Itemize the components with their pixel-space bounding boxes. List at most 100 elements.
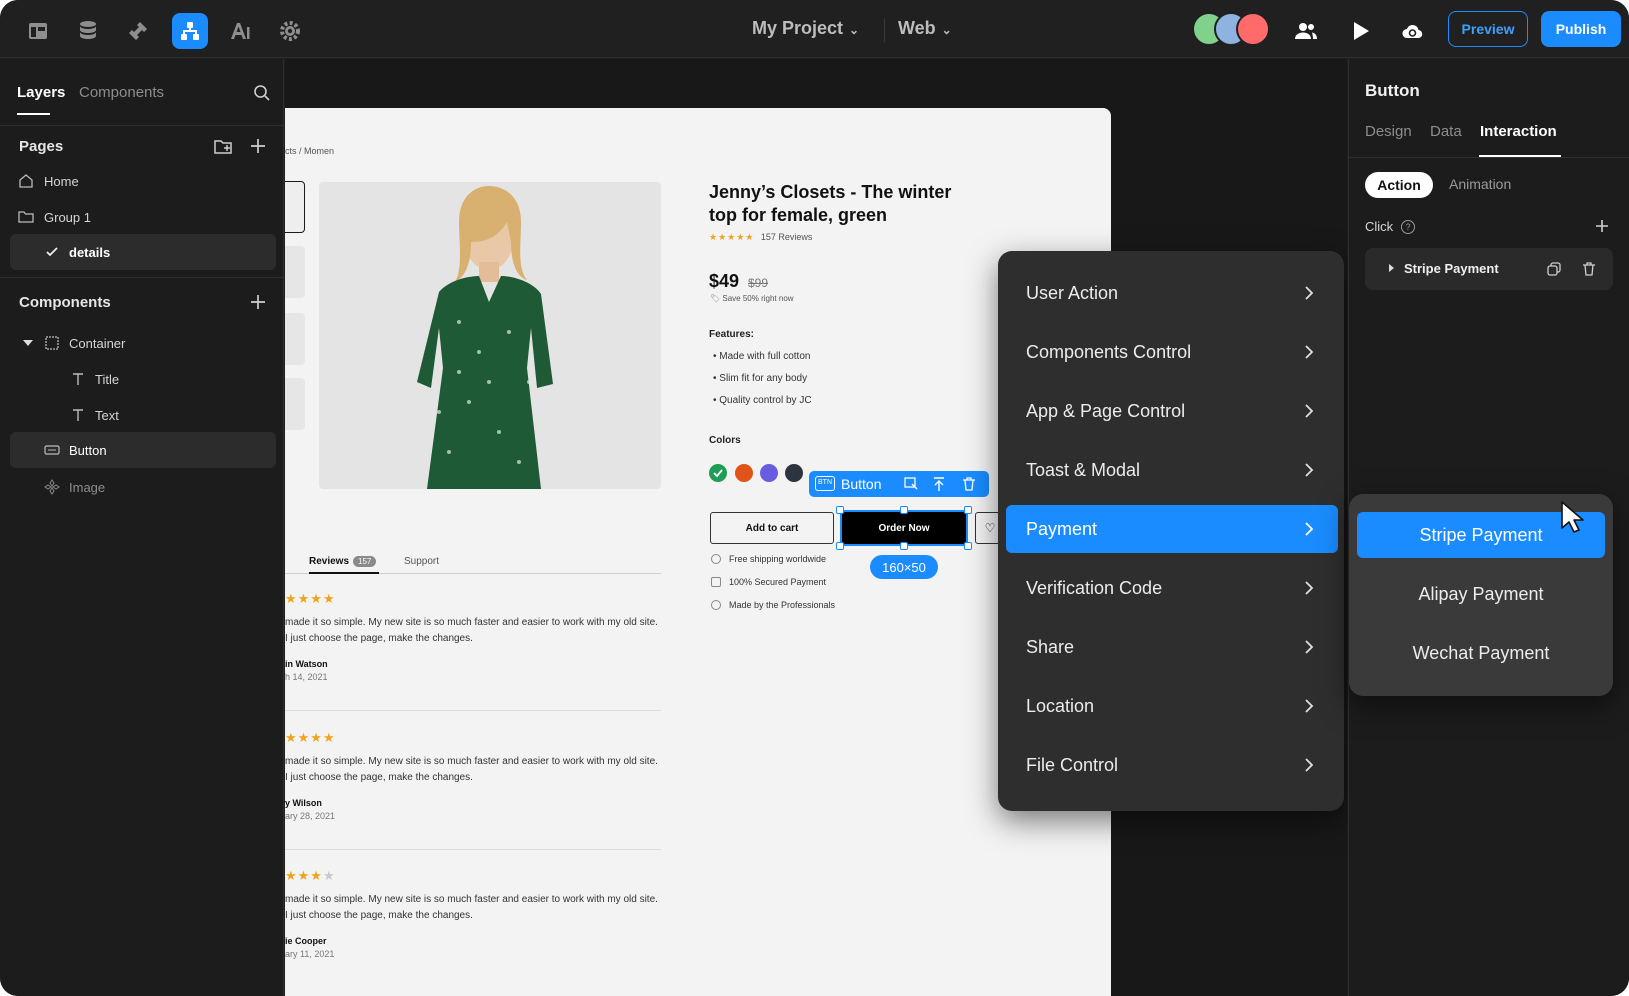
publish-button[interactable]: Publish <box>1541 11 1621 47</box>
pages-icon[interactable] <box>20 13 56 49</box>
tab-reviews[interactable]: Reviews 157 <box>309 556 377 567</box>
project-selector[interactable]: My Project ⌄ <box>752 18 859 39</box>
add-to-cart-button[interactable]: Add to cart <box>710 512 834 544</box>
action-card[interactable]: Stripe Payment <box>1365 248 1613 290</box>
divider <box>285 710 661 711</box>
review-date: ary 11, 2021 <box>285 949 335 959</box>
menu-item-verification-code[interactable]: Verification Code <box>1006 564 1338 612</box>
caret-right-icon[interactable] <box>1389 264 1394 272</box>
selection-toolbar: BTN Button <box>809 471 989 497</box>
active-tab-indicator <box>17 113 50 115</box>
action-toggle[interactable]: Action <box>1365 172 1433 198</box>
thumbnail[interactable] <box>285 181 305 233</box>
layer-item-title[interactable]: Title <box>10 361 276 397</box>
layer-item-container[interactable]: Container <box>10 325 276 361</box>
feature-text: Slim fit for any body <box>719 373 808 384</box>
color-swatch-green[interactable] <box>709 464 727 482</box>
color-swatch-orange[interactable] <box>735 464 753 482</box>
tab-layers[interactable]: Layers <box>17 84 65 101</box>
collaborator-avatars[interactable] <box>1192 12 1272 46</box>
preview-button[interactable]: Preview <box>1448 11 1528 47</box>
tab-components[interactable]: Components <box>79 84 164 101</box>
save-text: Save 50% right now <box>722 294 794 303</box>
check-icon <box>46 247 58 257</box>
play-icon[interactable] <box>1342 13 1378 49</box>
menu-label: Components Control <box>1026 342 1192 362</box>
menu-item-app-page-control[interactable]: App & Page Control <box>1006 387 1338 435</box>
copy-icon[interactable] <box>1546 261 1562 277</box>
logic-icon[interactable] <box>172 13 208 49</box>
layer-item-button[interactable]: Button <box>10 432 276 468</box>
menu-item-components-control[interactable]: Components Control <box>1006 328 1338 376</box>
info-text: Made by the Professionals <box>729 600 836 610</box>
active-tab-indicator <box>309 572 379 574</box>
event-label: Click <box>1365 219 1394 234</box>
menu-item-payment[interactable]: Payment <box>1006 505 1338 553</box>
submenu-item-alipay[interactable]: Alipay Payment <box>1357 571 1605 617</box>
cloud-sync-icon[interactable] <box>1394 13 1430 49</box>
trash-icon[interactable] <box>1581 261 1597 277</box>
color-swatch-purple[interactable] <box>760 464 778 482</box>
page-item-group-1[interactable]: Group 1 <box>10 199 276 235</box>
add-action-icon[interactable] <box>1594 218 1610 234</box>
plugin-icon[interactable] <box>120 13 156 49</box>
selection-frame <box>840 510 968 546</box>
color-swatch-navy[interactable] <box>785 464 803 482</box>
resize-handle[interactable] <box>836 506 844 514</box>
menu-item-share[interactable]: Share <box>1006 623 1338 671</box>
select-parent-icon[interactable] <box>903 476 919 492</box>
components-heading: Components <box>19 294 111 311</box>
page-label: Home <box>44 174 79 189</box>
size-indicator: 160×50 <box>870 555 938 579</box>
menu-item-file-control[interactable]: File Control <box>1006 741 1338 789</box>
review-text: made it so simple. My new site is so muc… <box>285 756 658 783</box>
tab-data[interactable]: Data <box>1430 123 1462 140</box>
layer-item-image[interactable]: Image <box>10 469 276 505</box>
gear-icon[interactable] <box>272 13 308 49</box>
resize-handle[interactable] <box>836 542 844 550</box>
review-item: ★★★★ made it so simple. My new site is s… <box>285 868 661 959</box>
tag-icon: 🏷 <box>710 294 723 303</box>
trash-icon[interactable] <box>961 476 977 492</box>
resize-handle[interactable] <box>900 506 908 514</box>
menu-item-location[interactable]: Location <box>1006 682 1338 730</box>
thumbnail[interactable] <box>285 313 305 365</box>
button-icon <box>44 445 60 455</box>
help-icon[interactable]: ? <box>1401 220 1415 234</box>
thumbnail[interactable] <box>285 378 305 430</box>
add-page-icon[interactable] <box>248 136 268 156</box>
database-icon[interactable] <box>70 13 106 49</box>
add-folder-icon[interactable] <box>213 136 233 156</box>
resize-handle[interactable] <box>964 506 972 514</box>
animation-toggle[interactable]: Animation <box>1449 176 1511 192</box>
chevron-right-icon <box>1305 286 1314 300</box>
reviewer-name: in Watson <box>285 659 328 669</box>
platform-selector[interactable]: Web ⌄ <box>898 18 952 39</box>
tab-interaction[interactable]: Interaction <box>1480 123 1557 140</box>
feature-text: Quality control by JC <box>719 395 812 406</box>
count-badge: 157 <box>353 556 377 567</box>
review-text: made it so simple. My new site is so muc… <box>285 894 658 921</box>
page-item-details[interactable]: details <box>10 234 276 270</box>
menu-item-user-action[interactable]: User Action <box>1006 269 1338 317</box>
tab-support[interactable]: Support <box>404 556 439 567</box>
resize-handle[interactable] <box>964 542 972 550</box>
layer-item-text[interactable]: Text <box>10 397 276 433</box>
caret-down-icon[interactable] <box>20 335 36 351</box>
menu-item-toast-modal[interactable]: Toast & Modal <box>1006 446 1338 494</box>
tab-design[interactable]: Design <box>1365 123 1412 140</box>
thumbnail[interactable] <box>285 246 305 298</box>
resize-handle[interactable] <box>900 542 908 550</box>
add-component-icon[interactable] <box>248 292 268 312</box>
ai-icon[interactable] <box>222 13 258 49</box>
move-up-icon[interactable] <box>931 476 947 492</box>
search-icon[interactable] <box>252 83 272 103</box>
page-item-home[interactable]: Home <box>10 163 276 199</box>
submenu-item-wechat[interactable]: Wechat Payment <box>1357 630 1605 676</box>
users-icon[interactable] <box>1288 13 1324 49</box>
chevron-right-icon <box>1305 758 1314 772</box>
app-window: My Project ⌄ Web ⌄ Preview Publish Layers … <box>0 0 1629 996</box>
menu-label: Verification Code <box>1026 578 1163 598</box>
page-label: details <box>69 245 111 260</box>
chevron-right-icon <box>1305 699 1314 713</box>
